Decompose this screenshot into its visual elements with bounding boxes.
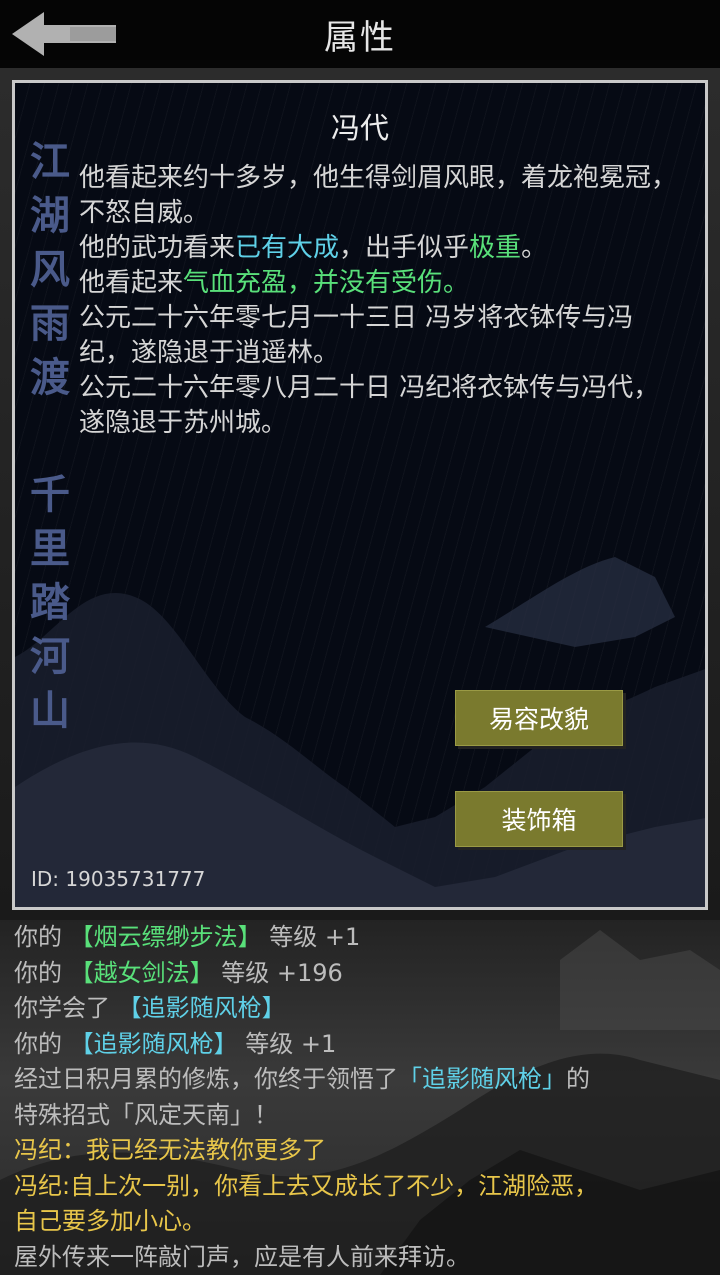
character-name: 冯代 (330, 111, 389, 145)
log-lines: 你的 【烟云缥缈步法】 等级 +1 你的 【越女剑法】 等级 +196 你学会了… (14, 920, 714, 1275)
page-title: 属性 (324, 18, 396, 58)
desc-martial: 他的武功看来已有大成，出手似乎极重。 (79, 233, 548, 263)
calligraphy-bottom: 千 里 踏 河 山 (30, 471, 70, 734)
log-line: 经过日积月累的修炼，你终于领悟了「追影随风枪」的 (14, 1065, 590, 1093)
log-line: 冯纪：我已经无法教你更多了 (14, 1136, 326, 1164)
log-line: 屋外传来一阵敲门声，应是有人前来拜访。 (14, 1242, 470, 1271)
log-line: 你的 【越女剑法】 等级 +196 (14, 958, 343, 987)
log-line: 特殊招式「风定天南」！ (14, 1100, 278, 1129)
log-line: 你的 【烟云缥缈步法】 等级 +1 (14, 923, 361, 951)
log-line: 自己要多加小心。 (14, 1207, 206, 1235)
desc-appearance: 他看起来约十多岁，他生得剑眉风眼，着龙袍冕冠，不怒自威。 (79, 163, 678, 228)
log-line: 冯纪:自上次一别，你看上去又成长了不少，江湖险恶， (14, 1171, 599, 1200)
character-description: 他看起来约十多岁，他生得剑眉风眼，着龙袍冕冠，不怒自威。 他的武功看来已有大成，… (79, 161, 679, 441)
message-log[interactable]: 你的 【烟云缥缈步法】 等级 +1 你的 【越女剑法】 等级 +196 你学会了… (0, 920, 720, 1275)
calligraphy-top: 江 湖 风 雨 渡 (30, 138, 70, 401)
desc-lineage-2: 公元二十六年零八月二十日 冯纪将衣钵传与冯代，遂隐退于苏州城。 (79, 373, 660, 438)
disguise-button[interactable]: 易容改貌 (455, 690, 623, 746)
player-id: ID: 19035731777 (31, 867, 206, 891)
desc-lineage-1: 公元二十六年零七月一十三日 冯岁将衣钵传与冯纪，遂隐退于逍遥林。 (79, 303, 634, 368)
log-line: 你的 【追影随风枪】 等级 +1 (14, 1029, 337, 1058)
log-line: 你学会了 【追影随风枪】 (14, 994, 286, 1022)
decoration-box-button[interactable]: 装饰箱 (455, 791, 623, 847)
top-bar: 属性 (0, 0, 720, 68)
desc-health: 他看起来气血充盈，并没有受伤。 (79, 268, 470, 298)
character-panel: 冯代 江 湖 风 雨 渡 千 里 踏 河 山 他看起来约十多岁，他生得剑眉风眼，… (12, 80, 708, 910)
